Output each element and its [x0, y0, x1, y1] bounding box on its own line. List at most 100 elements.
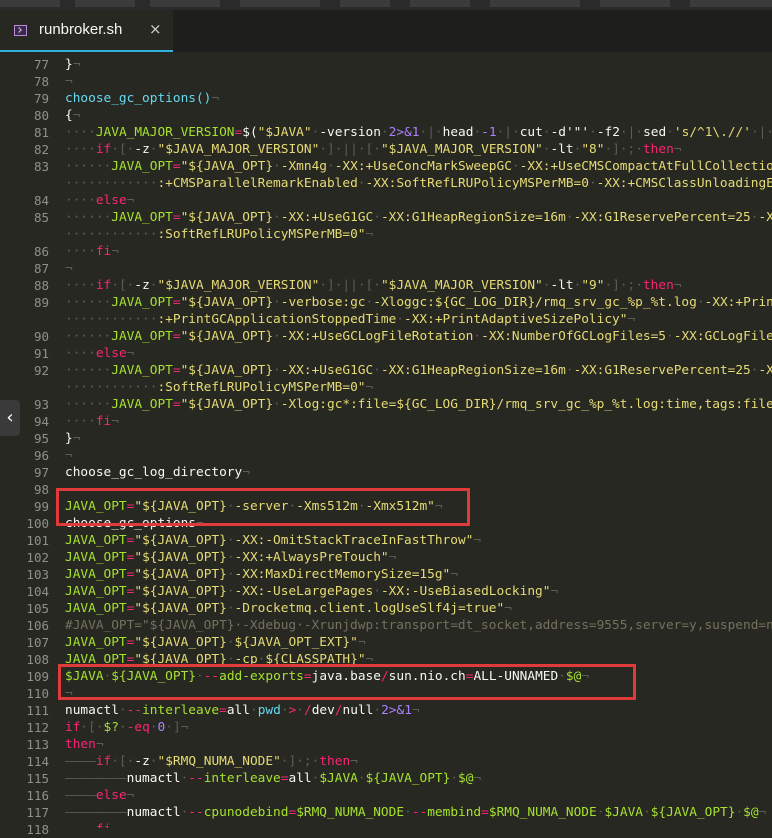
code-token: add-exports: [219, 669, 304, 684]
code-token: $@: [743, 805, 759, 820]
line-number: 83: [33, 159, 49, 174]
code-token: "${JAVA_OPT}: [134, 499, 227, 514]
line-number: 97: [33, 465, 49, 480]
code-token: ·: [273, 210, 281, 225]
code-token: -XX:+UseConcMarkSweepGC: [334, 159, 512, 174]
code-token: ·: [373, 210, 381, 225]
code-token: $JAVA: [604, 805, 643, 820]
code-token: ·|·: [419, 125, 443, 140]
code-line: ············:SoftRefLRUPolicyMSPerMB=0"¬: [65, 226, 373, 243]
code-token: ¬: [195, 516, 204, 531]
code-token: ¬: [126, 193, 135, 208]
line-number: 89: [33, 295, 49, 310]
code-token: ¬: [357, 635, 366, 650]
code-token: JAVA_OPT: [65, 652, 127, 667]
code-token: then: [642, 278, 674, 293]
code-token: ¬: [126, 788, 135, 803]
code-token: ·: [296, 703, 304, 718]
code-token: ······: [65, 159, 112, 174]
tab-runbroker-sh[interactable]: runbroker.sh ×: [0, 10, 173, 52]
code-token: 's/^1\.//': [673, 125, 751, 140]
code-token: ·]·;·: [604, 142, 643, 157]
code-editor[interactable]: 77 78 79 80 81 82 83 84 85 86 87 88 89 90 91 92 93 94 95 96…: [0, 52, 772, 837]
code-token: -XX:SoftRefLRUPolicyMSPerMB=0: [365, 176, 589, 191]
code-token: ${CLASSPATH}": [265, 652, 366, 667]
code-token: -XX:-UseLargePages: [234, 584, 374, 599]
code-token: -f2: [596, 125, 620, 140]
code-token: ·: [226, 601, 235, 616]
code-token: ·: [642, 805, 651, 820]
code-line: ······JAVA_OPT="${JAVA_OPT}·-XX:+UseG1GC…: [65, 362, 772, 379]
code-token: -XX:G1ReservePercent=25: [573, 210, 751, 225]
code-token: ·: [249, 703, 258, 718]
line-number: 82: [33, 142, 49, 157]
code-token: ············: [65, 312, 158, 327]
code-token: JAVA_OPT: [111, 397, 173, 412]
code-token: --: [203, 669, 220, 684]
code-token: ¬: [627, 312, 636, 327]
code-token: ¬: [65, 482, 73, 497]
code-token: ·: [273, 329, 281, 344]
code-token: -lt: [550, 278, 574, 293]
code-token: ·]·;·: [604, 278, 643, 293]
code-token: ¬: [126, 346, 135, 361]
code-line: ————else¬: [65, 787, 134, 804]
code-token: ·: [327, 159, 335, 174]
code-token: =: [172, 329, 181, 344]
code-token: -XX:+UseG1GC: [280, 210, 374, 225]
code-token: ·: [273, 363, 281, 378]
code-token: ·: [589, 125, 597, 140]
code-token: ————: [65, 822, 96, 828]
code-token: interleave: [142, 703, 220, 718]
line-number: 117: [26, 805, 49, 820]
code-line: JAVA_OPT="${JAVA_OPT}·-XX:+AlwaysPreTouc…: [65, 549, 396, 566]
code-token: all: [226, 703, 250, 718]
code-token: ·|·: [619, 125, 644, 140]
code-token: ¬: [180, 720, 189, 735]
code-line: JAVA_OPT="${JAVA_OPT}·-XX:-UseLargePages…: [65, 583, 558, 600]
line-number: 88: [33, 278, 49, 293]
line-number: 86: [33, 244, 49, 259]
code-token: ¬: [504, 601, 512, 616]
code-token: ·: [226, 567, 235, 582]
code-token: ————————: [65, 805, 127, 820]
code-token: ·: [149, 142, 158, 157]
code-token: ·: [542, 125, 551, 140]
code-line: JAVA_OPT="${JAVA_OPT}·-Drocketmq.client.…: [65, 600, 512, 617]
code-token: ····: [65, 142, 96, 157]
code-token: ····: [65, 414, 96, 429]
code-token: JAVA_OPT: [65, 550, 127, 565]
code-token: fi: [96, 822, 111, 828]
code-token: choose_gc_log_directory: [65, 465, 243, 480]
code-token: ¬: [350, 754, 358, 769]
code-token: choose_gc_options(): [65, 91, 212, 106]
code-token: ······: [65, 363, 112, 378]
code-token: }: [65, 57, 73, 72]
code-line: JAVA_OPT="${JAVA_OPT}·-cp·${CLASSPATH}"¬: [65, 651, 373, 668]
code-token: ¬: [365, 227, 374, 242]
code-token: ¬: [65, 261, 73, 276]
code-token: ${JAVA_OPT_EXT}": [234, 635, 358, 650]
code-token: JAVA_OPT: [111, 363, 173, 378]
close-icon[interactable]: ×: [149, 20, 162, 38]
line-number: 113: [26, 737, 49, 752]
code-token: ·: [473, 125, 482, 140]
code-token: 2>&1: [381, 703, 412, 718]
chevron-left-icon[interactable]: ‹: [0, 400, 20, 436]
code-token: ¬: [111, 414, 119, 429]
code-token: ¬: [211, 91, 220, 106]
code-token: ¬: [473, 771, 482, 786]
code-token: =: [172, 295, 181, 310]
code-line: ······JAVA_OPT="${JAVA_OPT}·-verbose:gc·…: [65, 294, 772, 311]
code-line: JAVA_OPT="${JAVA_OPT}·-server·-Xms512m·-…: [65, 498, 443, 515]
code-line: choose_gc_log_directory¬: [65, 464, 250, 481]
code-token: ·]·;·: [280, 754, 320, 769]
code-token: ·: [149, 720, 158, 735]
code-token: ······: [65, 210, 112, 225]
line-number: 90: [33, 329, 49, 344]
code-token: ·: [273, 295, 281, 310]
code-area[interactable]: }¬ ¬ choose_gc_options()¬ {¬ ····JAVA_MAJOR_…: [57, 52, 772, 828]
terminal-script-icon: [14, 25, 27, 36]
code-token: else: [95, 346, 127, 361]
code-line: }¬: [65, 56, 80, 73]
